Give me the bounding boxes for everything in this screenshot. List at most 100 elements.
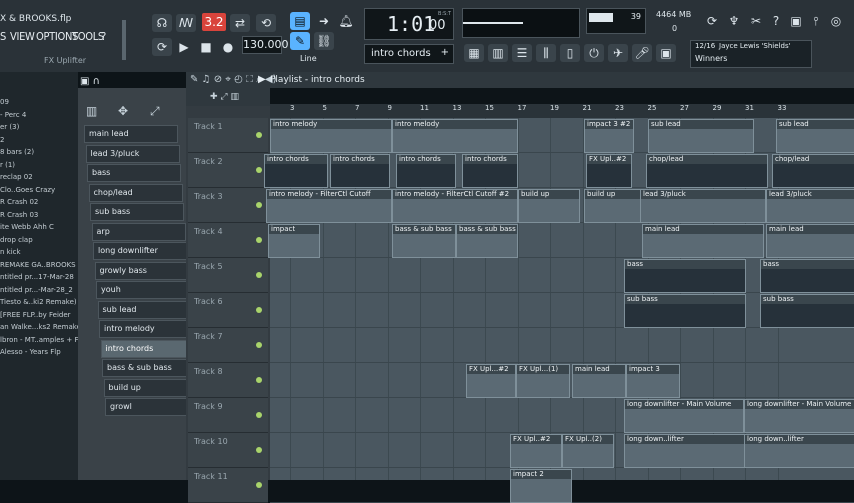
- pattern-item[interactable]: build up: [103, 378, 198, 397]
- playlist-clip[interactable]: sub bass: [624, 294, 746, 328]
- browser-item[interactable]: Tiesto &..ki2 Remake): [0, 298, 77, 306]
- track-header[interactable]: Track 4: [188, 223, 268, 258]
- playlist-clip[interactable]: bass: [760, 259, 854, 293]
- playlist-clip[interactable]: main lead: [572, 364, 626, 398]
- track-header[interactable]: Track 10: [188, 433, 268, 468]
- step-display[interactable]: 3.2: [202, 13, 226, 31]
- pin-icon[interactable]: ✈: [608, 44, 628, 62]
- playlist-clip[interactable]: long downlifter - Main Volume: [624, 399, 744, 433]
- track-header[interactable]: Track 3: [188, 188, 268, 223]
- playlist-clip[interactable]: impact 2: [510, 469, 572, 503]
- bell-icon[interactable]: 🔔︎: [336, 12, 356, 30]
- browser-item[interactable]: 09: [0, 98, 9, 106]
- pattern-song-toggle-icon[interactable]: ⟳: [152, 38, 172, 56]
- menu-file[interactable]: S: [0, 30, 6, 43]
- playlist-clip[interactable]: build up: [518, 189, 580, 223]
- playlist-lane[interactable]: [270, 328, 854, 363]
- playlist-clip[interactable]: intro chords: [330, 154, 390, 188]
- draw-tool-icon[interactable]: ✎: [290, 32, 310, 50]
- playlist-clip[interactable]: FX Upl...(1): [516, 364, 570, 398]
- browser-item[interactable]: R Crash 02: [0, 198, 38, 206]
- wait-input-icon[interactable]: ꟿ: [176, 14, 196, 32]
- browser-item[interactable]: Alesso - Years Flp: [0, 348, 61, 356]
- browser-item[interactable]: Clo..Goes Crazy: [0, 186, 55, 194]
- track-header[interactable]: Track 9: [188, 398, 268, 433]
- track-mute-led[interactable]: [256, 237, 262, 243]
- pattern-item[interactable]: youh: [96, 281, 190, 299]
- browser-item[interactable]: ntitled pr...17-Mar-28: [0, 273, 74, 281]
- toolbar-extra-icon[interactable]: ▣: [656, 44, 676, 62]
- pattern-selector[interactable]: intro chords +: [364, 44, 454, 64]
- playlist-clip[interactable]: intro melody: [270, 119, 392, 153]
- arrow-right-icon[interactable]: ➜: [314, 12, 334, 30]
- playlist-clip[interactable]: main lead: [766, 224, 854, 258]
- chat-icon[interactable]: ◎: [826, 12, 846, 30]
- sliders-icon[interactable]: ⫯: [806, 12, 826, 30]
- blend-icon[interactable]: ⇄: [230, 14, 250, 32]
- playlist-clip[interactable]: intro melody - FilterCtl Cutoff: [266, 189, 392, 223]
- piano-icon[interactable]: ▥: [86, 104, 97, 118]
- browser-item[interactable]: an Walke...ks2 Remake): [0, 323, 84, 331]
- time-display[interactable]: 1:01 00 B:S:T: [364, 8, 454, 40]
- track-mute-led[interactable]: [256, 482, 262, 488]
- tools-icon[interactable]: ✂: [746, 12, 766, 30]
- playlist-clip[interactable]: impact: [268, 224, 320, 258]
- playlist-clip[interactable]: main lead: [642, 224, 764, 258]
- mixer-icon[interactable]: ⫼: [536, 44, 556, 62]
- browser-icon[interactable]: ▯: [560, 44, 580, 62]
- browser-item[interactable]: [FREE FLP..by Feider: [0, 311, 71, 319]
- playlist-clip[interactable]: long down..lifter: [744, 434, 854, 468]
- browser-item[interactable]: ite Webb Ahh C: [0, 223, 54, 231]
- plugin-icon[interactable]: ⏻: [584, 44, 604, 62]
- playlist-clip[interactable]: impact 3 #2: [584, 119, 634, 153]
- pattern-item[interactable]: long downlifter: [93, 242, 187, 260]
- play-icon[interactable]: ▶: [174, 38, 194, 56]
- track-mute-led[interactable]: [256, 412, 262, 418]
- playlist-clip[interactable]: sub lead: [648, 119, 754, 153]
- playlist-clip[interactable]: FX Upl...#2: [466, 364, 516, 398]
- playlist-clip[interactable]: bass: [624, 259, 746, 293]
- playlist-clip[interactable]: bass & sub bass: [392, 224, 456, 258]
- track-mute-led[interactable]: [256, 167, 262, 173]
- master-volume-slider[interactable]: [122, 20, 126, 60]
- track-mute-led[interactable]: [256, 377, 262, 383]
- tempo-display[interactable]: 130.000: [242, 36, 289, 54]
- pattern-item[interactable]: intro melody: [99, 320, 193, 338]
- track-header[interactable]: Track 2: [188, 153, 268, 188]
- playlist-clip[interactable]: build up: [584, 189, 642, 223]
- playlist-clip[interactable]: FX Upl..#2: [510, 434, 562, 468]
- menu-tools[interactable]: TOOLS: [72, 30, 104, 43]
- browser-item[interactable]: ntitled pr...-Mar-28_2: [0, 286, 73, 294]
- connect-icon[interactable]: ⤢: [150, 104, 160, 119]
- pointer-icon[interactable]: ✥: [118, 104, 128, 118]
- playlist-icon[interactable]: ▦: [464, 44, 484, 62]
- playlist-arrow-icon[interactable]: ▶: [258, 74, 266, 85]
- menu-view[interactable]: VIEW: [10, 30, 35, 43]
- track-header[interactable]: Track 11: [188, 468, 268, 503]
- track-header[interactable]: Track 8: [188, 363, 268, 398]
- playlist-track-tools[interactable]: ✚ ⤢ ▥: [186, 88, 270, 106]
- pattern-item[interactable]: main lead: [84, 125, 178, 143]
- track-header[interactable]: Track 6: [188, 293, 268, 328]
- playlist-clip[interactable]: intro melody: [392, 119, 518, 153]
- save-icon[interactable]: ▣: [786, 12, 806, 30]
- menu-help[interactable]: ?: [101, 30, 106, 43]
- track-mute-led[interactable]: [256, 202, 262, 208]
- plus-icon[interactable]: +: [441, 47, 449, 58]
- playlist-clip[interactable]: FX Upl..(2): [562, 434, 614, 468]
- pattern-item[interactable]: chop/lead: [88, 183, 183, 202]
- snap-mode[interactable]: Line: [300, 54, 317, 63]
- pattern-mode-icon[interactable]: ▤: [290, 12, 310, 30]
- help-icon[interactable]: ?: [766, 12, 786, 30]
- browser-item[interactable]: 8 bars (2): [0, 148, 34, 156]
- metronome-icon[interactable]: ☊: [152, 14, 172, 32]
- track-header[interactable]: Track 1: [188, 118, 268, 153]
- track-mute-led[interactable]: [256, 307, 262, 313]
- browser-item[interactable]: reclap 02: [0, 173, 33, 181]
- pattern-item[interactable]: growl: [105, 398, 199, 416]
- browser-item[interactable]: - Perc 4: [0, 111, 26, 119]
- piano-roll-icon[interactable]: ▥: [488, 44, 508, 62]
- playlist-clip[interactable]: bass & sub bass: [456, 224, 518, 258]
- browser-item[interactable]: REMAKE GA..BROOKS: [0, 261, 76, 269]
- playlist-clip[interactable]: intro chords: [396, 154, 456, 188]
